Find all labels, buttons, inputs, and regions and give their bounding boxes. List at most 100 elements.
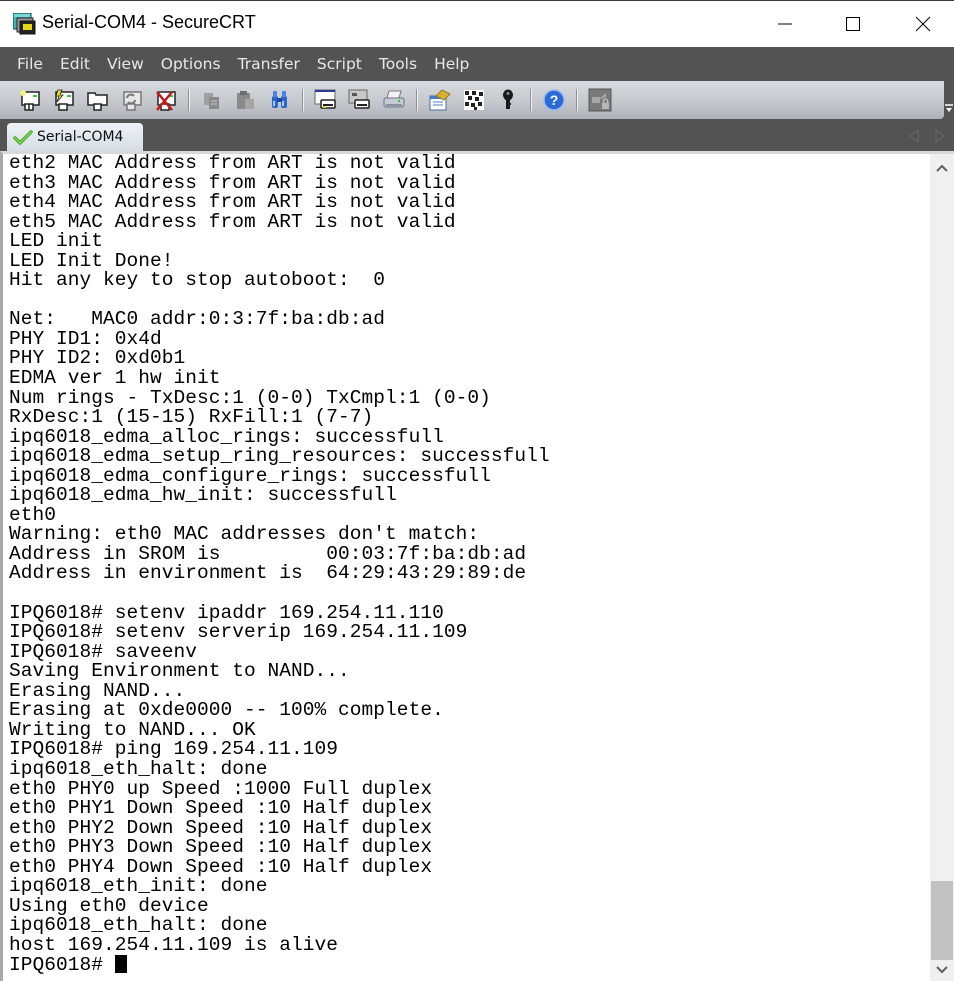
keymap-button[interactable] [462, 88, 486, 112]
reconnect-button[interactable] [120, 88, 144, 112]
terminal-line: ipq6018_eth_halt: done [9, 914, 268, 937]
find-button[interactable] [268, 88, 292, 112]
tab-serial-com4[interactable]: Serial-COM4 [7, 123, 143, 151]
chevron-up-icon [936, 164, 948, 172]
session-tab-bar: Serial-COM4 [0, 119, 954, 151]
terminal-line: Hit any key to stop autoboot: 0 [9, 269, 386, 292]
menu-edit[interactable]: Edit [60, 55, 90, 73]
triangle-left-icon [909, 129, 919, 143]
chevron-down-icon [945, 104, 953, 112]
terminal-line: LED init [9, 230, 104, 253]
toolbar: ? [0, 81, 944, 119]
terminal-line: eth0 PHY1 Down Speed :10 Half duplex [9, 797, 433, 820]
connect-button[interactable] [18, 88, 42, 112]
connect-in-tab-icon [87, 92, 108, 111]
terminal-prompt-line: IPQ6018# [9, 955, 550, 975]
menu-help[interactable]: Help [434, 55, 469, 73]
vertical-scrollbar[interactable] [930, 154, 954, 981]
maximize-button[interactable] [818, 1, 888, 47]
connected-check-icon [13, 130, 33, 145]
terminal-line: Warning: eth0 MAC addresses don't match: [9, 523, 480, 546]
disconnect-button[interactable] [154, 88, 178, 112]
chevron-down-icon [936, 966, 948, 974]
sftp-icon [588, 88, 612, 112]
terminal-line: ipq6018_eth_halt: done [9, 757, 268, 780]
public-key-button[interactable] [496, 88, 520, 112]
copy-button[interactable] [200, 88, 224, 112]
minimize-button[interactable] [750, 1, 820, 47]
tab-scroll-right-button[interactable] [934, 129, 946, 143]
terminal-line: eth2 MAC Address from ART is not valid [9, 154, 456, 174]
connect-in-tab-button[interactable] [86, 88, 110, 112]
terminal-line: IPQ6018# setenv serverip 169.254.11.109 [9, 621, 468, 644]
find-icon [272, 91, 287, 108]
scrollbar-thumb[interactable] [931, 881, 953, 960]
terminal-line: RxDesc:1 (15-15) RxFill:1 (7-7) [9, 406, 374, 429]
copy-icon [204, 93, 219, 109]
paste-icon [237, 91, 254, 109]
menu-bar: File Edit View Options Transfer Script T… [0, 47, 954, 81]
terminal-line: host 169.254.11.109 is alive [9, 933, 339, 956]
terminal-line: Net: MAC0 addr:0:3:7f:ba:db:ad [9, 308, 386, 331]
toolbar-separator [416, 89, 418, 111]
session-options-button[interactable] [428, 88, 452, 112]
terminal-line: ipq6018_eth_init: done [9, 875, 268, 898]
toolbar-overflow-button[interactable] [944, 103, 954, 119]
toolbar-separator [302, 89, 304, 111]
print-selection-button[interactable] [348, 88, 372, 112]
toolbar-separator [576, 89, 578, 111]
key-icon [503, 89, 513, 109]
terminal-cursor [114, 955, 127, 974]
terminal-line: EDMA ver 1 hw init [9, 367, 221, 390]
help-icon: ? [543, 89, 565, 111]
terminal-line: eth0 PHY3 Down Speed :10 Half duplex [9, 836, 433, 859]
svg-text:?: ? [550, 92, 559, 108]
print-button[interactable] [382, 88, 406, 112]
menu-tools[interactable]: Tools [379, 55, 417, 73]
securefx-button[interactable] [588, 88, 612, 112]
help-button[interactable]: ? [542, 88, 566, 112]
window-title: Serial-COM4 - SecureCRT [42, 12, 256, 32]
minimize-icon [778, 23, 792, 25]
toolbar-separator [530, 89, 532, 111]
keymap-icon [464, 90, 484, 110]
triangle-right-icon [935, 129, 945, 143]
terminal-line: ipq6018_edma_setup_ring_resources: succe… [9, 445, 550, 468]
quick-connect-icon [55, 89, 74, 111]
terminal-line: Saving Environment to NAND... [9, 660, 350, 683]
maximize-icon [846, 17, 860, 31]
menu-file[interactable]: File [17, 55, 43, 73]
terminal-output[interactable]: eth2 MAC Address from ART is not valid et… [3, 154, 930, 981]
menu-transfer[interactable]: Transfer [238, 55, 300, 73]
menu-view[interactable]: View [107, 55, 144, 73]
print-selection-icon [348, 89, 370, 109]
securecrt-app-icon [13, 13, 36, 35]
terminal-prompt: IPQ6018# [9, 954, 115, 977]
tab-scroll-left-button[interactable] [908, 129, 920, 143]
terminal-line: eth4 MAC Address from ART is not valid [9, 191, 456, 214]
paste-button[interactable] [234, 88, 258, 112]
print-icon [383, 90, 405, 108]
print-screen-icon [314, 89, 336, 109]
session-options-icon [429, 89, 451, 111]
terminal-lines: eth2 MAC Address from ART is not valid et… [9, 154, 550, 975]
menu-options[interactable]: Options [161, 55, 221, 73]
connect-icon [20, 90, 40, 111]
scroll-down-button[interactable] [930, 959, 954, 981]
toolbar-container: ? [0, 81, 954, 119]
title-bar: Serial-COM4 - SecureCRT [0, 0, 954, 47]
scroll-up-button[interactable] [930, 154, 954, 182]
terminal-line: Erasing at 0xde0000 -- 100% complete. [9, 699, 444, 722]
disconnect-icon [156, 91, 176, 111]
reconnect-icon [123, 91, 142, 111]
tab-label: Serial-COM4 [37, 129, 124, 145]
terminal-line: Address in environment is 64:29:43:29:89… [9, 562, 527, 585]
close-button[interactable] [888, 1, 954, 47]
toolbar-separator [188, 89, 190, 111]
menu-script[interactable]: Script [317, 55, 362, 73]
print-screen-button[interactable] [314, 88, 338, 112]
terminal-line: ipq6018_edma_hw_init: successfull [9, 484, 397, 507]
close-icon [915, 16, 931, 32]
quick-connect-button[interactable] [52, 88, 76, 112]
